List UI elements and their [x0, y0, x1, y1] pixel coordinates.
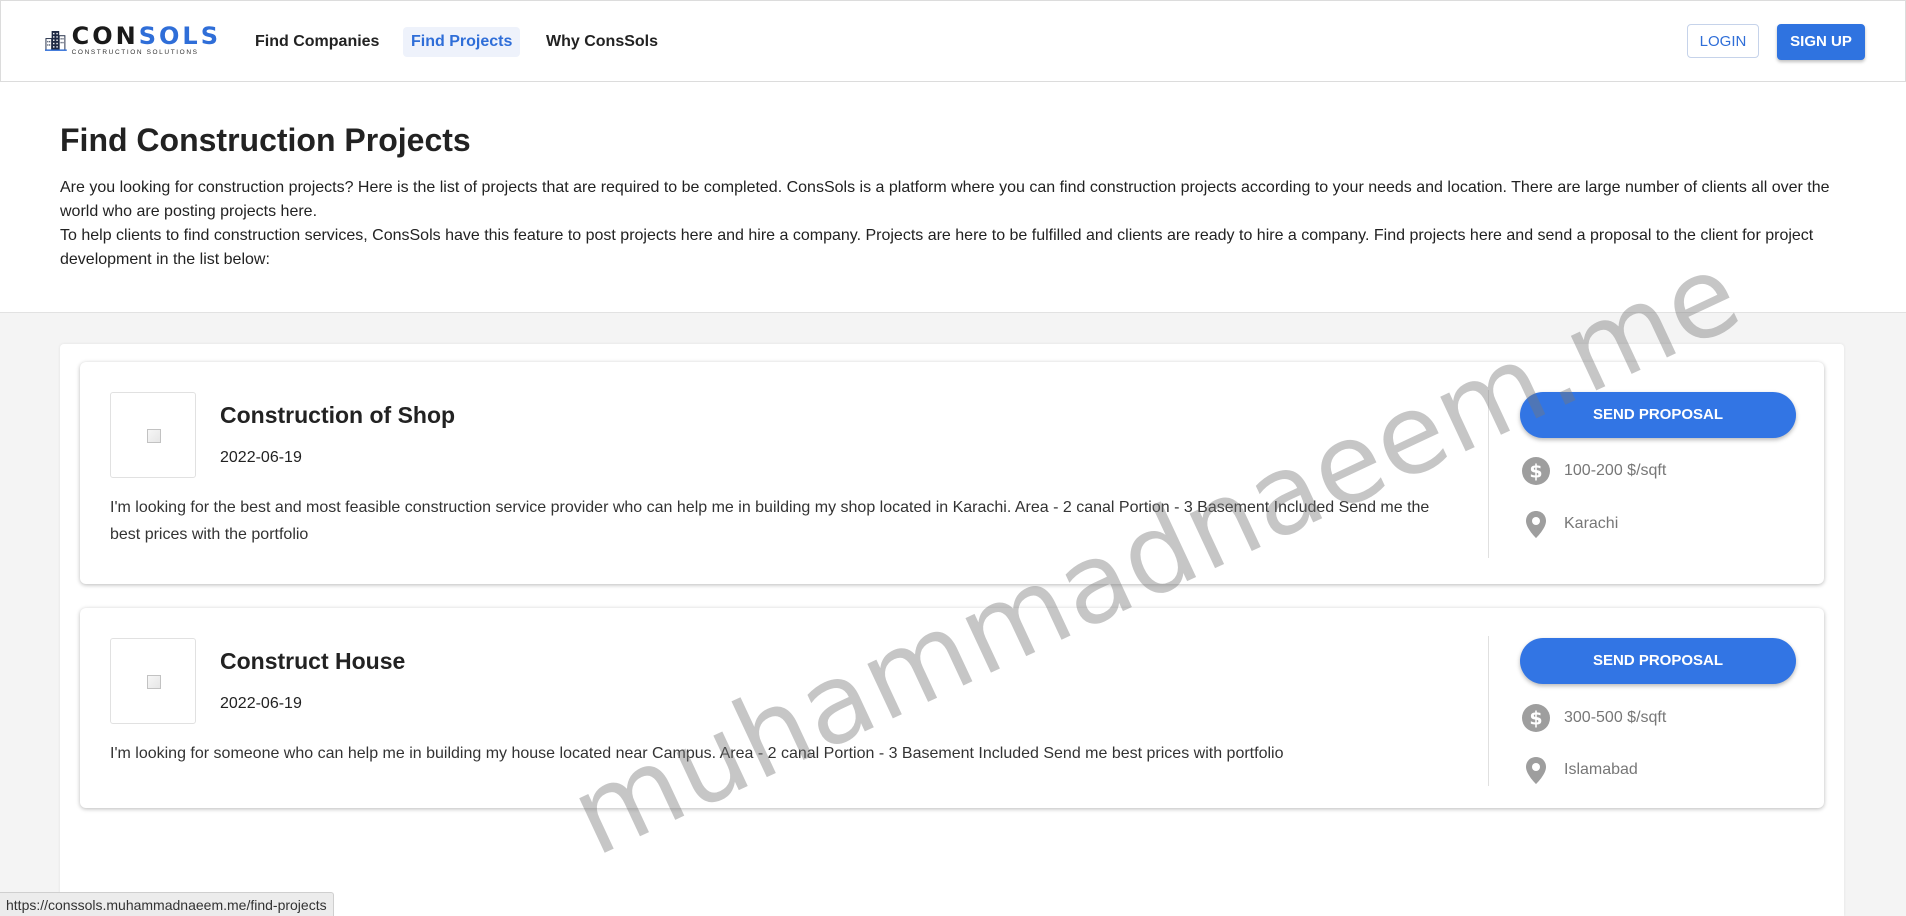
dollar-circle-icon: $: [1522, 704, 1550, 732]
project-location: Karachi: [1520, 508, 1618, 540]
project-thumbnail: [110, 392, 196, 478]
project-price: $ 100-200 $/sqft: [1520, 455, 1666, 487]
project-location: Islamabad: [1520, 754, 1638, 786]
broken-image-icon: [147, 429, 161, 443]
dollar-circle-icon: $: [1522, 457, 1550, 485]
card-divider: [1488, 636, 1489, 786]
project-title[interactable]: Construction of Shop: [220, 402, 455, 429]
location-text: Islamabad: [1564, 761, 1638, 778]
intro-paragraph-1: Are you looking for construction project…: [60, 179, 1830, 220]
page-title: Find Construction Projects: [60, 122, 471, 158]
conssols-logo[interactable]: CONSOLS CONSTRUCTION SOLUTIONS: [45, 17, 221, 63]
location-text: Karachi: [1564, 515, 1619, 532]
project-list: Construction of Shop 2022-06-19 I'm look…: [60, 344, 1844, 916]
project-date: 2022-06-19: [220, 695, 302, 712]
building-logo-icon: [45, 31, 67, 51]
logo-tagline: CONSTRUCTION SOLUTIONS: [71, 48, 199, 56]
logo-wordmark: CONSOLS: [71, 21, 221, 50]
nav-why-conssols[interactable]: Why ConsSols: [538, 27, 666, 57]
login-button[interactable]: LOGIN: [1687, 24, 1759, 58]
top-navbar: CONSOLS CONSTRUCTION SOLUTIONS Find Comp…: [0, 0, 1906, 82]
status-bar-url: https://conssols.muhammadnaeem.me/find-p…: [0, 892, 334, 916]
project-thumbnail: [110, 638, 196, 724]
price-text: 100-200 $/sqft: [1564, 462, 1667, 479]
broken-image-icon: [147, 675, 161, 689]
svg-text:$: $: [1529, 461, 1542, 483]
send-proposal-button[interactable]: SEND PROPOSAL: [1520, 392, 1796, 438]
svg-text:$: $: [1529, 708, 1542, 730]
project-date: 2022-06-19: [220, 449, 302, 466]
project-description: I'm looking for someone who can help me …: [110, 745, 1284, 762]
nav-find-projects[interactable]: Find Projects: [403, 27, 521, 57]
send-proposal-button[interactable]: SEND PROPOSAL: [1520, 638, 1796, 684]
project-description: I'm looking for the best and most feasib…: [110, 499, 1430, 543]
price-text: 300-500 $/sqft: [1564, 709, 1667, 726]
project-card: Construct House 2022-06-19 I'm looking f…: [80, 608, 1824, 808]
map-pin-icon: [1526, 511, 1546, 538]
map-pin-icon: [1526, 757, 1546, 784]
intro-paragraph-2: To help clients to find construction ser…: [60, 227, 1814, 268]
project-card: Construction of Shop 2022-06-19 I'm look…: [80, 362, 1824, 584]
intro-section: Find Construction Projects Are you looki…: [0, 82, 1906, 313]
project-price: $ 300-500 $/sqft: [1520, 702, 1666, 734]
nav-find-companies[interactable]: Find Companies: [247, 27, 387, 57]
signup-button[interactable]: SIGN UP: [1777, 24, 1865, 60]
project-title[interactable]: Construct House: [220, 648, 405, 675]
card-divider: [1488, 390, 1489, 558]
